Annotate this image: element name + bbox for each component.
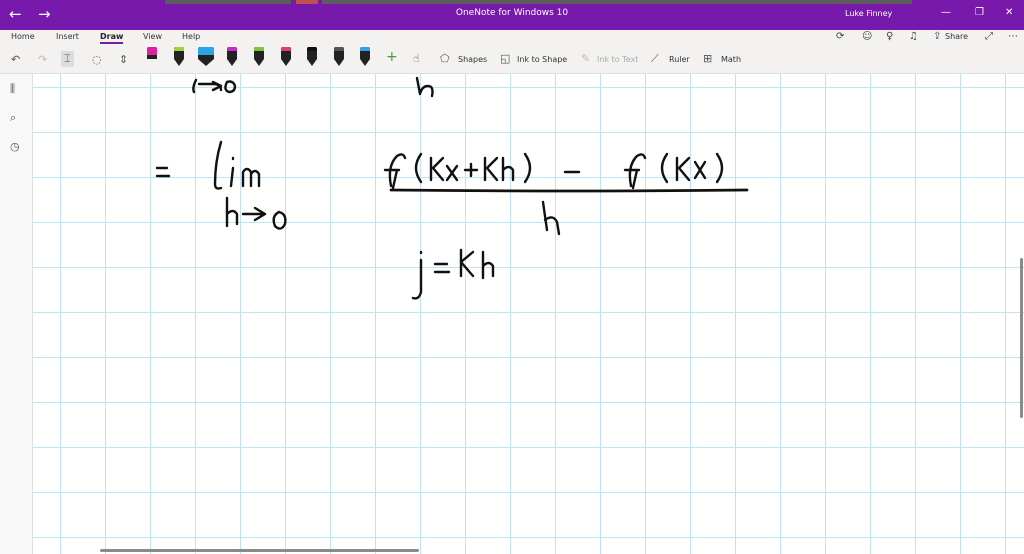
close-button[interactable]: ✕ — [1005, 7, 1013, 19]
pen-red-icon[interactable] — [281, 47, 291, 69]
tab-view[interactable]: View — [143, 32, 162, 41]
pen-black-icon[interactable] — [307, 47, 317, 69]
note-canvas[interactable] — [33, 74, 1024, 554]
recent-notes-icon[interactable]: ◷ — [10, 140, 20, 153]
ribbon-tabs: Home Insert Draw View Help ⟳ ☺ ♀ ♫ ⇪ ⤢ ⋯… — [0, 30, 1024, 45]
type-select-icon[interactable]: ⌶ — [61, 51, 74, 67]
ruler-button[interactable]: Ruler — [669, 55, 690, 64]
handwriting-ink — [155, 76, 749, 300]
ruler-icon[interactable]: ⟋ — [651, 52, 659, 66]
vertical-scrollbar[interactable] — [1020, 258, 1023, 418]
user-name[interactable]: Luke Finney — [845, 9, 892, 18]
top-strip-decoration — [165, 0, 291, 4]
top-strip-decoration — [322, 0, 912, 4]
math-button[interactable]: Math — [721, 55, 741, 64]
lightbulb-icon[interactable]: ♀ — [886, 31, 893, 42]
navigation-sidebar: ⫼ ⌕ ◷ — [0, 74, 33, 554]
add-space-icon[interactable]: ⇕ — [119, 53, 128, 66]
notebooks-icon[interactable]: ⫼ — [10, 82, 15, 96]
math-icon[interactable]: ⊞ — [703, 52, 712, 65]
share-icon[interactable]: ⇪ — [933, 31, 941, 42]
tab-home[interactable]: Home — [11, 32, 35, 41]
ink-to-shape-button[interactable]: Ink to Shape — [517, 55, 567, 64]
pen-green-icon[interactable] — [254, 47, 264, 69]
ink-to-text-button: Ink to Text — [597, 55, 639, 64]
pen-gray-icon[interactable] — [334, 47, 344, 69]
lasso-select-icon[interactable]: ◌ — [92, 53, 102, 66]
more-options-icon[interactable]: ⋯ — [1008, 31, 1018, 42]
draw-toolbar: ↶ ↷ ⌶ ◌ ⇕ + ☝ ⬠ Shapes ◱ Ink to Shape ✎ … — [0, 45, 1024, 74]
bell-icon[interactable]: ♫ — [909, 31, 918, 42]
add-pen-icon[interactable]: + — [386, 49, 398, 65]
tab-draw[interactable]: Draw — [100, 32, 124, 44]
shapes-icon[interactable]: ⬠ — [440, 52, 450, 65]
pen-cyan-icon[interactable] — [360, 47, 370, 69]
pen-lime-icon[interactable] — [174, 47, 184, 69]
highlighter-blue-icon[interactable] — [198, 47, 214, 69]
touch-drawing-icon[interactable]: ☝ — [413, 52, 420, 65]
pen-purple-icon[interactable] — [227, 47, 237, 69]
top-strip-decoration — [296, 0, 318, 4]
reactions-icon[interactable]: ☺ — [862, 31, 872, 42]
minimize-button[interactable]: — — [941, 7, 951, 19]
search-icon[interactable]: ⌕ — [10, 111, 16, 125]
share-button[interactable]: Share — [945, 32, 968, 41]
shapes-button[interactable]: Shapes — [458, 55, 487, 64]
sync-icon[interactable]: ⟳ — [836, 31, 844, 42]
undo-icon[interactable]: ↶ — [11, 53, 20, 66]
ink-to-text-icon: ✎ — [581, 52, 591, 65]
horizontal-scrollbar[interactable] — [100, 549, 419, 552]
restore-button[interactable]: ❐ — [975, 7, 984, 19]
title-bar: ← → OneNote for Windows 10 Luke Finney —… — [0, 0, 1024, 30]
tab-help[interactable]: Help — [182, 32, 200, 41]
tab-insert[interactable]: Insert — [56, 32, 79, 41]
ink-to-shape-icon[interactable]: ◱ — [500, 52, 510, 65]
fullscreen-icon[interactable]: ⤢ — [985, 31, 993, 42]
highlighter-pink-icon[interactable] — [147, 47, 157, 69]
redo-icon[interactable]: ↷ — [38, 53, 47, 66]
